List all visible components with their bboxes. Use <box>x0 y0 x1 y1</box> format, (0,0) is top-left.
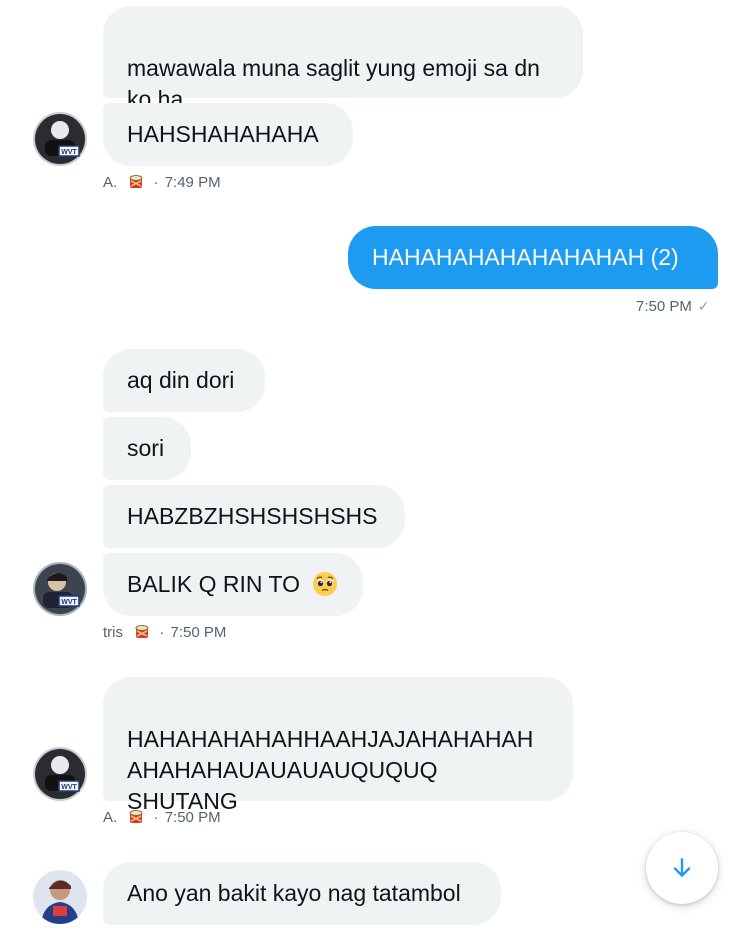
drum-icon <box>127 173 145 197</box>
meta-separator: · <box>153 174 159 191</box>
message-bubble[interactable]: Ano yan bakit kayo nag tatambol <box>103 862 501 925</box>
avatar[interactable] <box>33 870 87 924</box>
avatar[interactable]: WVT <box>33 747 87 801</box>
sent-check-icon: ✓ <box>697 298 710 314</box>
message-text: BALIK Q RIN TO <box>127 571 300 597</box>
message-text: sori <box>127 435 165 461</box>
sender-name: A. <box>103 174 118 191</box>
message-bubble[interactable]: sori <box>103 417 191 480</box>
scroll-to-bottom-button[interactable] <box>646 832 718 904</box>
svg-text:WVT: WVT <box>61 149 77 156</box>
message-text: Ano yan bakit kayo nag tatambol <box>127 880 461 906</box>
message-bubble[interactable]: HABZBZHSHSHSHSHS <box>103 485 405 548</box>
message-text: HAHSHAHAHAHA <box>127 121 319 147</box>
sender-name: tris <box>103 624 123 641</box>
sender-name: A. <box>103 809 118 826</box>
message-text: HAHAHAHAHAHHAAHJAJAHAHAHAH AHAHAHAUAUAUA… <box>127 726 534 814</box>
message-text: aq din dori <box>127 367 235 393</box>
message-bubble[interactable]: BALIK Q RIN TO <box>103 553 363 616</box>
pleading-face-icon <box>312 571 338 605</box>
meta-separator: · <box>159 624 165 641</box>
message-meta: 7:50 PM ✓ <box>636 296 710 317</box>
drum-icon <box>133 623 151 647</box>
avatar-image: WVT <box>33 112 87 166</box>
message-meta: A. · 7:50 PM <box>103 808 221 832</box>
avatar[interactable]: WVT <box>33 562 87 616</box>
svg-text:WVT: WVT <box>61 599 77 606</box>
message-meta: tris · 7:50 PM <box>103 623 226 647</box>
meta-separator: · <box>153 809 159 826</box>
message-meta: A. · 7:49 PM <box>103 173 221 197</box>
timestamp: 7:49 PM <box>164 174 221 191</box>
avatar[interactable]: WVT <box>33 112 87 166</box>
message-bubble[interactable]: aq din dori <box>103 349 265 412</box>
avatar-image: WVT <box>33 562 87 616</box>
timestamp: 7:50 PM <box>636 298 692 315</box>
timestamp: 7:50 PM <box>164 809 221 826</box>
avatar-image <box>33 870 87 924</box>
message-bubble[interactable]: mawawala muna saglit yung emoji sa dn ko… <box>103 6 583 112</box>
message-bubble[interactable]: HAHSHAHAHAHA <box>103 103 353 166</box>
message-text: HABZBZHSHSHSHSHS <box>127 503 378 529</box>
arrow-down-icon <box>673 858 691 877</box>
drum-icon <box>127 808 145 832</box>
avatar-image: WVT <box>33 747 87 801</box>
message-bubble-outgoing[interactable]: HAHAHAHAHAHAHAHAH (2) <box>348 226 718 289</box>
svg-text:WVT: WVT <box>61 784 77 791</box>
message-text: HAHAHAHAHAHAHAHAH (2) <box>372 244 679 270</box>
timestamp: 7:50 PM <box>170 624 227 641</box>
message-bubble[interactable]: HAHAHAHAHAHHAAHJAJAHAHAHAH AHAHAHAUAUAUA… <box>103 677 573 814</box>
